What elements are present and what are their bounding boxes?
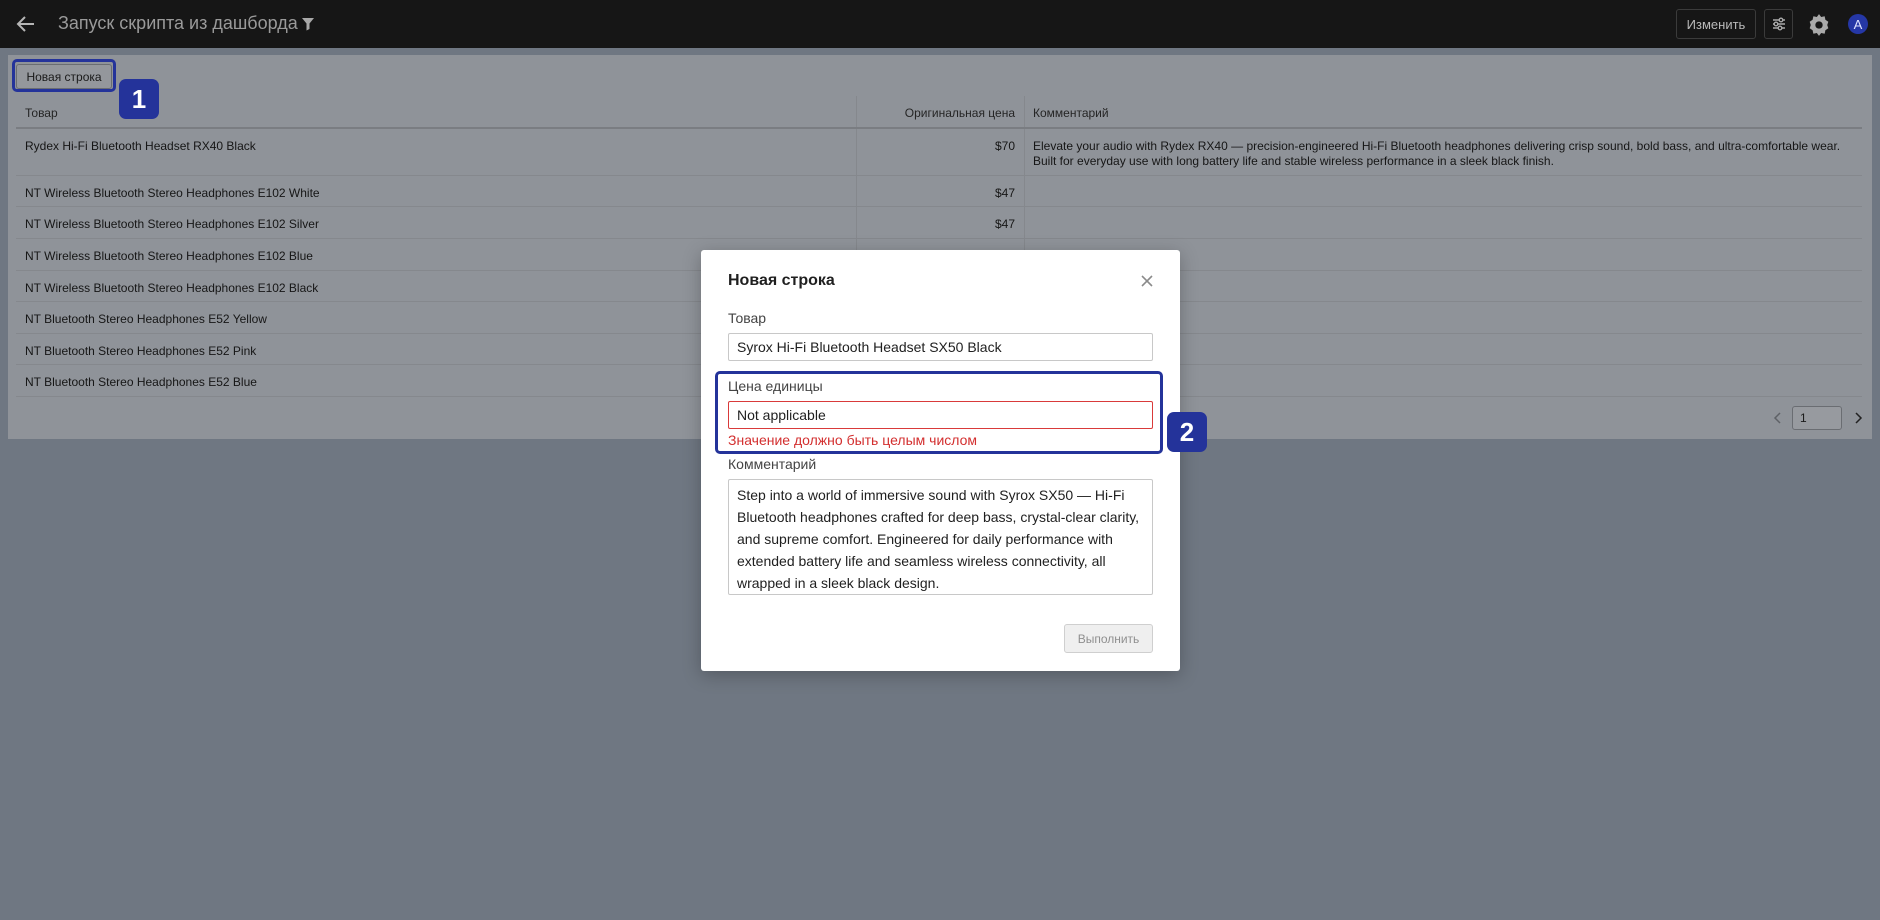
dashboard-settings-button[interactable] — [1764, 9, 1793, 39]
avatar[interactable]: A — [1848, 14, 1868, 34]
column-header-comment[interactable]: Комментарий — [1024, 96, 1862, 127]
edit-button[interactable]: Изменить — [1676, 9, 1756, 39]
product-input[interactable]: Syrox Hi-Fi Bluetooth Headset SX50 Black — [728, 333, 1153, 361]
dialog-title: Новая строка — [728, 272, 835, 289]
cell-comment — [1024, 176, 1862, 206]
chevron-right-icon — [1855, 412, 1863, 424]
table-row[interactable]: Rydex Hi-Fi Bluetooth Headset RX40 Black… — [16, 129, 1862, 176]
close-icon — [1141, 275, 1153, 287]
pagination: 1 — [1770, 406, 1870, 430]
sliders-icon — [1772, 17, 1785, 31]
product-label: Товар — [728, 310, 767, 326]
arrow-left-icon — [16, 16, 34, 32]
cell-product: NT Wireless Bluetooth Stereo Headphones … — [25, 186, 320, 200]
cell-price: $70 — [856, 129, 1024, 175]
cell-product: NT Wireless Bluetooth Stereo Headphones … — [25, 217, 319, 231]
dialog-close-button[interactable] — [1138, 272, 1156, 290]
execute-button[interactable]: Выполнить — [1064, 624, 1153, 653]
table-row[interactable]: NT Wireless Bluetooth Stereo Headphones … — [16, 207, 1862, 239]
cell-price: $47 — [856, 176, 1024, 206]
cell-price: $47 — [856, 207, 1024, 238]
filter-icon — [302, 18, 314, 31]
settings-button[interactable] — [1806, 12, 1832, 38]
page-prev-button[interactable] — [1770, 410, 1786, 426]
page-title: Запуск скрипта из дашборда — [58, 13, 298, 33]
cell-comment: Elevate your audio with Rydex RX40 — pre… — [1024, 129, 1862, 175]
page-number-input[interactable]: 1 — [1792, 406, 1842, 430]
top-bar: Запуск скрипта из дашборда Изменить A — [0, 0, 1880, 48]
highlight-unit-price — [715, 371, 1163, 454]
table-header: Товар Оригинальная цена Комментарий — [16, 96, 1862, 129]
column-header-product[interactable]: Товар — [16, 96, 856, 127]
step-marker-2: 2 — [1167, 412, 1207, 452]
filter-button[interactable] — [296, 12, 320, 36]
cell-product: Rydex Hi-Fi Bluetooth Headset RX40 Black — [25, 139, 256, 153]
highlight-new-row — [12, 59, 116, 92]
table-row[interactable]: NT Wireless Bluetooth Stereo Headphones … — [16, 176, 1862, 207]
new-row-dialog: Новая строка Товар Syrox Hi-Fi Bluetooth… — [701, 250, 1180, 671]
column-header-price[interactable]: Оригинальная цена — [856, 96, 1024, 127]
page-next-button[interactable] — [1850, 410, 1866, 426]
comment-textarea[interactable]: Step into a world of immersive sound wit… — [728, 479, 1153, 595]
comment-label: Комментарий — [728, 456, 817, 472]
gear-icon — [1809, 14, 1829, 36]
chevron-left-icon — [1773, 412, 1781, 424]
back-button[interactable] — [14, 12, 38, 36]
cell-comment — [1024, 207, 1862, 238]
